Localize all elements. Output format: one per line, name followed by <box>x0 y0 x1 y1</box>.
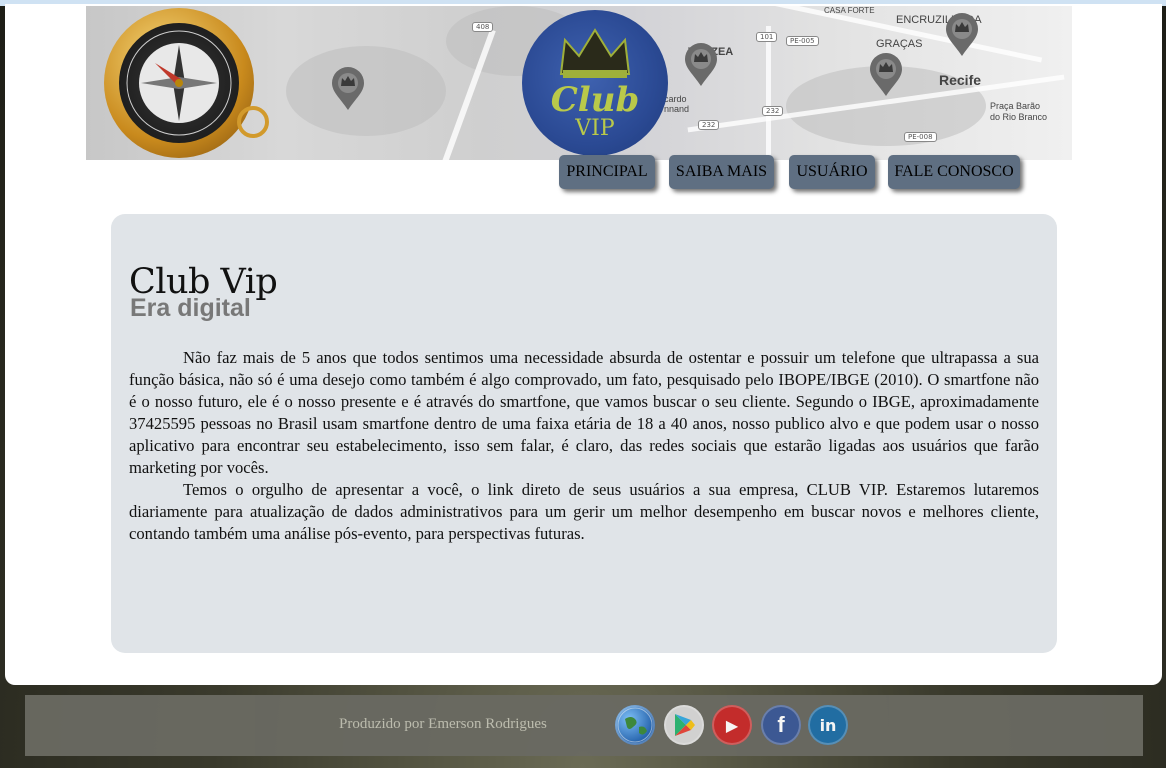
map-road-label: 408 <box>472 22 494 32</box>
map-label-gracas: GRAÇAS <box>876 38 923 50</box>
map-label-praca-line2: do Rio Branco <box>990 112 1048 122</box>
map-label-casa-forte: CASA FORTE <box>824 6 875 15</box>
map-road <box>766 26 771 160</box>
youtube-icon[interactable]: ▶ <box>712 705 752 745</box>
paragraph: Não faz mais de 5 anos que todos sentimo… <box>129 348 1039 477</box>
compass-face <box>119 23 239 143</box>
page-subtitle: Era digital <box>130 294 251 322</box>
linkedin-icon[interactable]: in <box>808 705 848 745</box>
compass-needle-icon <box>126 30 232 136</box>
paragraph: Temos o orgulho de apresentar a você, o … <box>129 480 1039 543</box>
map-pin-icon <box>332 67 364 110</box>
map-label-praca-line1: Praça Barão <box>990 101 1041 111</box>
footer: Produzido por Emerson Rodrigues ▶ f in <box>25 695 1143 756</box>
nav-principal[interactable]: PRINCIPAL <box>559 155 655 189</box>
map-label-recife: Recife <box>939 72 982 88</box>
nav-usuario[interactable]: USUÁRIO <box>789 155 875 189</box>
club-vip-logo[interactable]: Club VIP <box>522 10 668 156</box>
map-road-label: 232 <box>698 120 720 130</box>
content-panel: Club Vip Era digital Não faz mais de 5 a… <box>111 214 1057 653</box>
nav-fale-conosco[interactable]: FALE CONOSCO <box>888 155 1020 189</box>
map-road-label: PE-008 <box>904 132 937 142</box>
nav-saiba-mais[interactable]: SAIBA MAIS <box>669 155 774 189</box>
map-pin-icon <box>870 53 902 96</box>
map-terrain-shape <box>286 46 446 136</box>
footer-credit: Produzido por Emerson Rodrigues <box>339 716 547 732</box>
map-road-label: 232 <box>762 106 784 116</box>
map-pin-icon <box>685 43 717 86</box>
google-play-icon[interactable] <box>664 705 704 745</box>
logo-vip-text: VIP <box>575 116 615 141</box>
logo-club-text: Club <box>550 80 640 120</box>
facebook-icon[interactable]: f <box>761 705 801 745</box>
compass-ring <box>237 106 269 138</box>
compass-icon <box>104 8 269 158</box>
map-pin-icon <box>946 13 978 56</box>
map-road-label: PE-005 <box>786 36 819 46</box>
crown-icon <box>559 28 631 78</box>
globe-icon[interactable] <box>615 705 655 745</box>
map-road-label: 101 <box>756 32 778 42</box>
article-text: Não faz mais de 5 anos que todos sentimo… <box>129 347 1039 545</box>
